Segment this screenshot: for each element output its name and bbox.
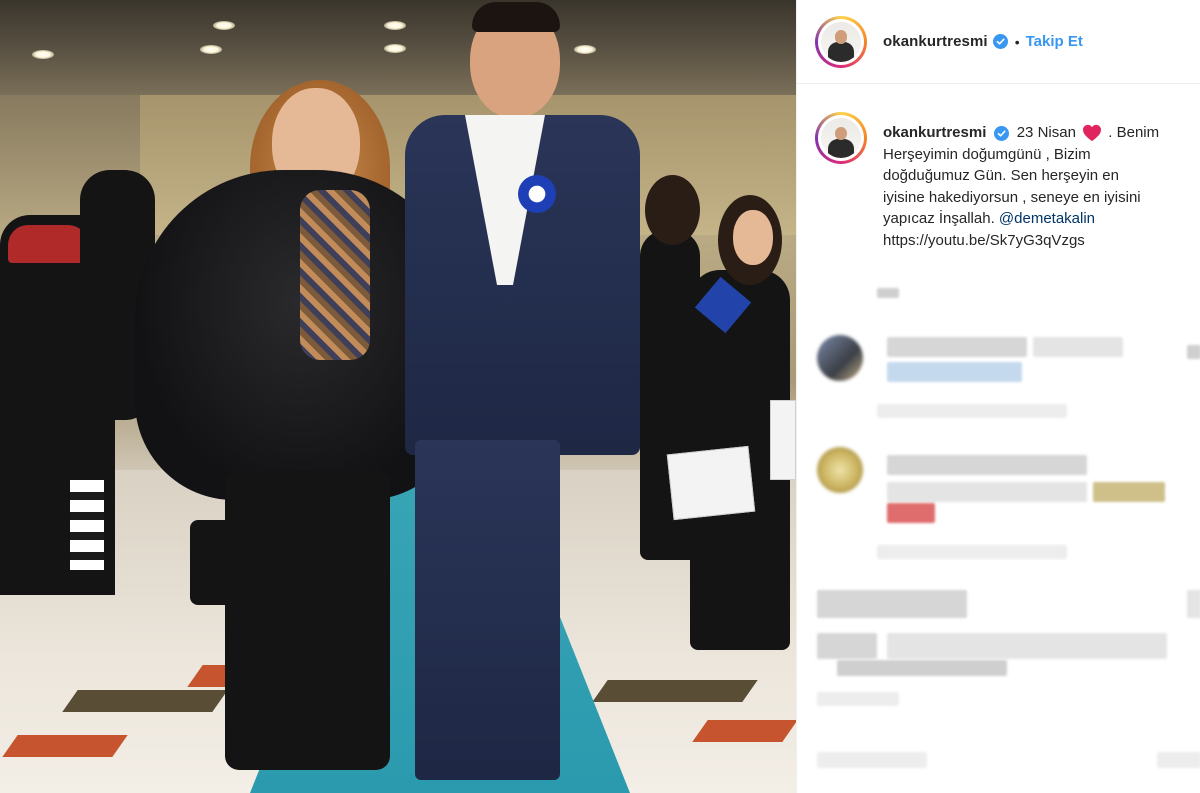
caption-username[interactable]: okankurtresmi: [883, 124, 986, 141]
caption-avatar[interactable]: [815, 112, 867, 164]
header-username[interactable]: okankurtresmi: [883, 33, 988, 50]
photo-ceiling-light: [384, 44, 406, 53]
photo-suit-trousers: [415, 440, 560, 780]
caption-timestamp-blurred: [877, 288, 899, 298]
caption-text: okankurtresmi 23 Nisan . Benim Herşeyimi…: [883, 122, 1200, 251]
photo-ceiling-light: [384, 21, 406, 30]
photo-ceiling-light: [213, 21, 235, 30]
comment-meta-blurred: [817, 692, 899, 706]
photo-police-cap: [8, 225, 88, 263]
verified-badge-icon: [992, 34, 1008, 49]
comment-text-blurred: [837, 660, 1007, 676]
follow-button[interactable]: Takip Et: [1026, 33, 1083, 50]
verified-badge-icon: [993, 125, 1009, 141]
caption-url-link[interactable]: https://youtu.be/Sk7yG3qVzgs: [883, 232, 1085, 249]
comment-meta-blurred: [877, 545, 1067, 559]
photo-floor-tile: [592, 680, 758, 702]
comment-meta-blurred: [877, 404, 1067, 418]
photo-student-hair: [645, 175, 700, 245]
comment-text-blurred: [887, 482, 1087, 502]
post-action-blurred[interactable]: [1157, 752, 1200, 768]
caption: okankurtresmi 23 Nisan . Benim Herşeyimi…: [815, 112, 1200, 251]
profile-avatar[interactable]: [815, 15, 867, 68]
comment-text-blurred: [887, 633, 1167, 659]
comment-text-blurred: [1033, 337, 1123, 357]
comment-like-icon-blurred[interactable]: [1187, 590, 1200, 618]
photo-ceiling-light: [200, 45, 222, 54]
photo-striped-leg: [70, 480, 104, 570]
photo-floor-tile: [62, 690, 228, 712]
comment-emoji-blurred: [887, 503, 935, 523]
photo-floor-tile: [692, 720, 796, 742]
photo-man-hair: [472, 2, 560, 32]
caption-line-4: iyisine hakediyorsun , seneye en iyisini: [883, 188, 1141, 206]
post-photo[interactable]: [0, 0, 796, 793]
comment-text-blurred: [887, 362, 1022, 382]
caption-line-1-end: . Benim: [1108, 124, 1160, 141]
post-header: okankurtresmi • Takip Et: [797, 0, 1200, 84]
photo-leather-pants: [225, 470, 390, 770]
caption-line-3: doğduğumuz Gün. Sen herşeyin en: [883, 167, 1119, 184]
photo-ceiling-light: [32, 50, 54, 59]
comment-avatar[interactable]: [817, 447, 863, 493]
comment-text-blurred: [817, 633, 877, 659]
photo-blue-rosette: [518, 175, 556, 213]
photo-clutch-bag: [190, 520, 245, 605]
separator-dot: •: [1014, 33, 1020, 50]
comment-text-blurred: [1093, 482, 1165, 502]
caption-line-5: yapıcaz İnşallah.: [883, 210, 995, 227]
comment-avatar[interactable]: [817, 335, 863, 381]
comment-username-blurred[interactable]: [887, 337, 1027, 357]
photo-student-face: [733, 210, 773, 265]
post-sidebar: okankurtresmi • Takip Et okankurtresmi 2…: [796, 0, 1200, 793]
caption-line-1: 23 Nisan: [1016, 124, 1076, 141]
photo-floor-tile: [2, 735, 128, 757]
photo-sequin-top: [300, 190, 370, 360]
photo-ceiling-light: [574, 45, 596, 54]
comment-like-icon-blurred[interactable]: [1187, 345, 1200, 359]
heart-icon: [1083, 124, 1102, 142]
comment-username-blurred[interactable]: [817, 590, 967, 618]
photo-paper-sheet: [770, 400, 796, 480]
caption-mention-link[interactable]: @demetakalin: [999, 210, 1095, 227]
caption-line-2: Herşeyimin doğumgünü , Bizim: [883, 145, 1091, 163]
photo-paper-sheet: [666, 445, 756, 521]
post-date-blurred: [817, 752, 927, 768]
comment-username-blurred[interactable]: [887, 455, 1087, 475]
